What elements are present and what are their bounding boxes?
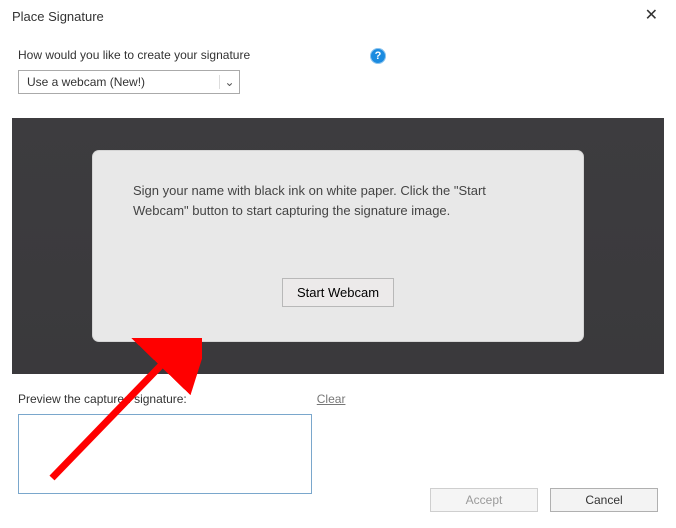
create-method-label: How would you like to create your signat…: [18, 48, 250, 62]
signature-preview-box: [18, 414, 312, 494]
help-icon[interactable]: ?: [370, 48, 386, 64]
dialog-title: Place Signature: [12, 9, 104, 24]
close-icon[interactable]: ✕: [639, 6, 664, 26]
webcam-capture-area: Sign your name with black ink on white p…: [12, 118, 664, 374]
accept-button: Accept: [430, 488, 538, 512]
instruction-panel: Sign your name with black ink on white p…: [93, 151, 583, 341]
preview-label: Preview the captured signature:: [18, 392, 187, 406]
chevron-down-icon: ⌄: [219, 75, 235, 89]
instruction-text: Sign your name with black ink on white p…: [133, 181, 543, 220]
clear-link[interactable]: Clear: [317, 392, 346, 406]
start-webcam-button[interactable]: Start Webcam: [282, 278, 394, 307]
cancel-button[interactable]: Cancel: [550, 488, 658, 512]
create-method-dropdown[interactable]: Use a webcam (New!) ⌄: [18, 70, 240, 94]
dropdown-value: Use a webcam (New!): [27, 75, 145, 89]
